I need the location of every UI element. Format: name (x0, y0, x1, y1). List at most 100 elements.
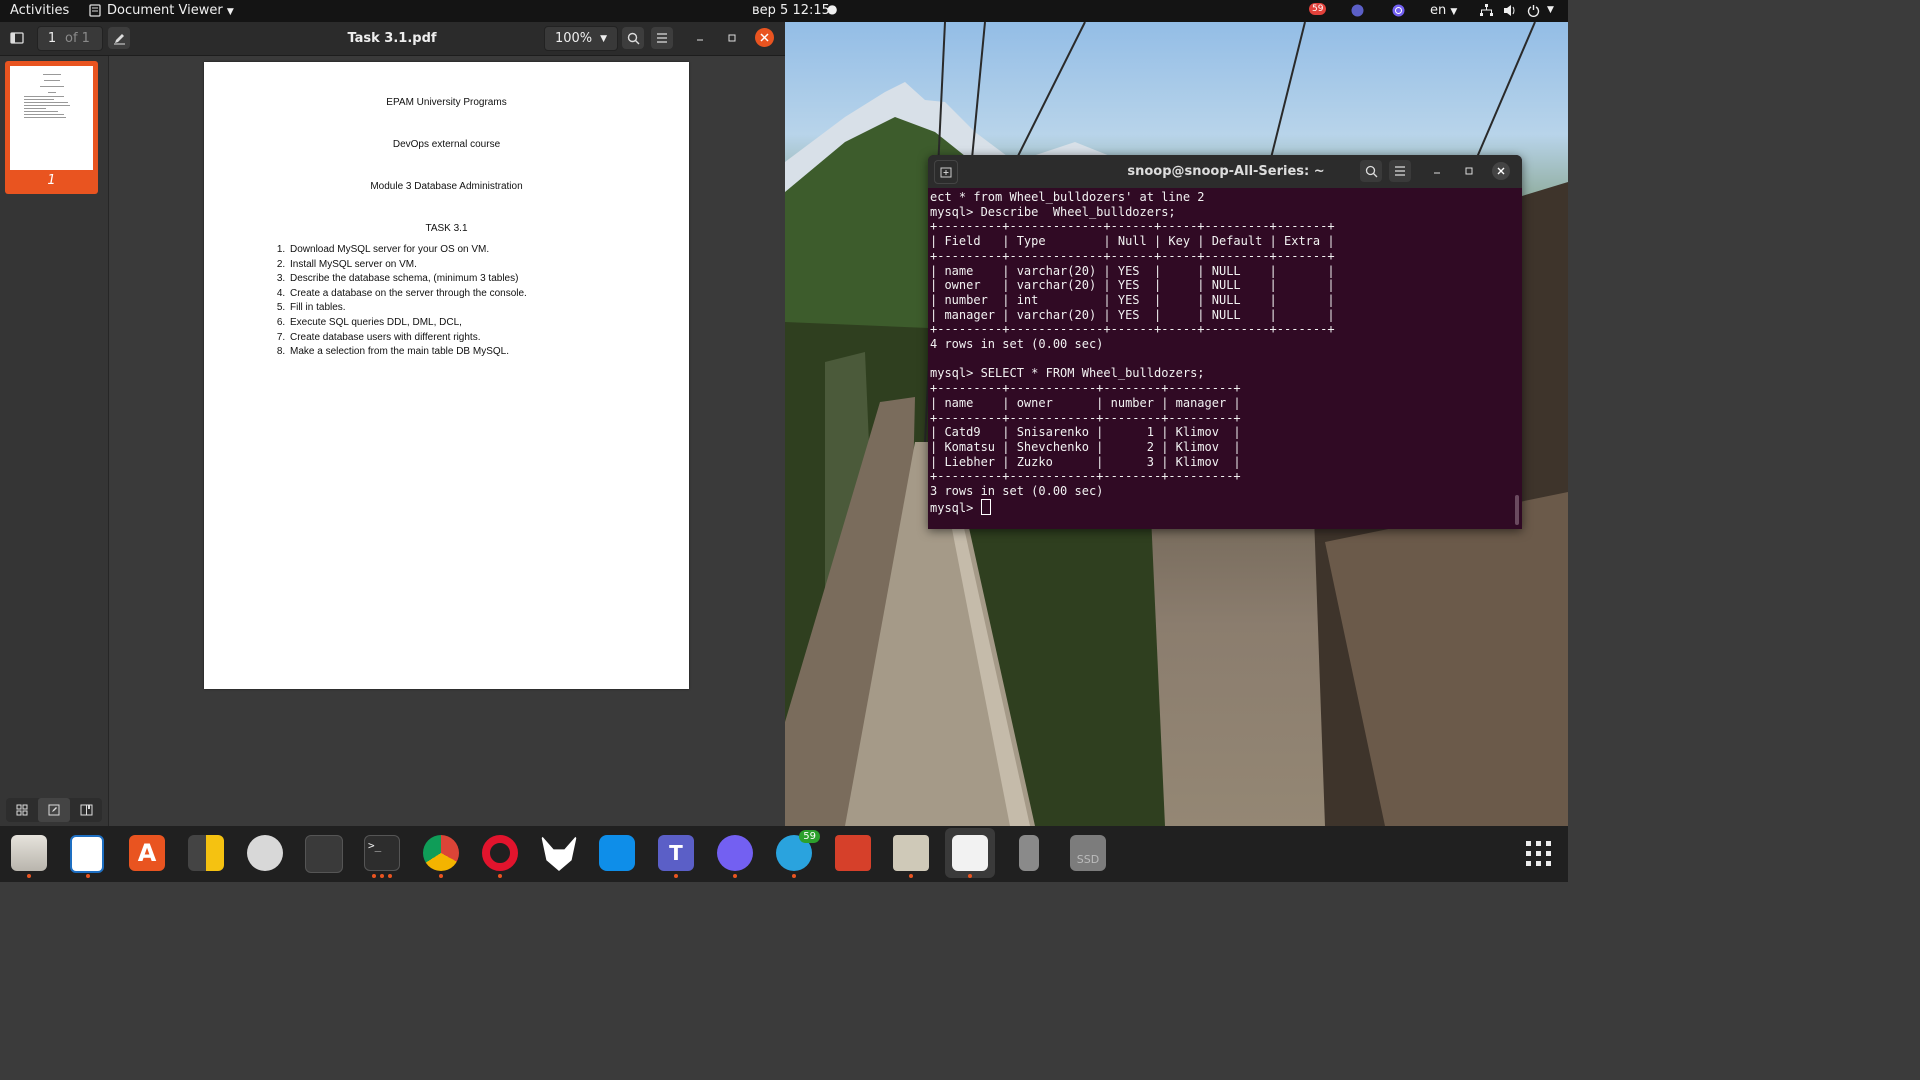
terminal-prompt: mysql> (930, 500, 981, 515)
dock-disks[interactable] (245, 833, 285, 873)
dock-telegram[interactable]: 59 (774, 830, 820, 878)
terminal-window: snoop@snoop-All-Series: ~ ect * from Whe… (928, 155, 1522, 529)
dock-files[interactable] (9, 833, 49, 878)
top-bar: Activities Document Viewer ▼ вер 5 12:15… (0, 0, 1568, 22)
dock-usb-drive[interactable] (1009, 833, 1049, 873)
doc-line-course: DevOps external course (392, 139, 501, 150)
list-item: Describe the database schema, (minimum 3… (288, 272, 527, 287)
clock[interactable]: вер 5 12:15 (752, 3, 830, 18)
header-bar: 1 of 1 Task 3.1.pdf 100% ▼ (0, 22, 785, 56)
language-label: en (1430, 3, 1447, 18)
document-canvas[interactable]: EPAM University Programs DevOps external… (109, 56, 785, 826)
terminal-maximize-button[interactable] (1458, 160, 1480, 182)
terminal-title: snoop@snoop-All-Series: ~ (1127, 164, 1325, 179)
thumbnail-preview (10, 66, 93, 170)
maximize-button[interactable] (721, 27, 743, 49)
search-button[interactable] (622, 27, 644, 49)
terminal-cursor (980, 498, 991, 515)
maximize-icon (1465, 167, 1473, 175)
page-current-value[interactable]: 1 (39, 31, 65, 46)
close-icon (760, 33, 769, 42)
dock-teams[interactable]: T (656, 833, 696, 878)
dock-calculator[interactable] (186, 833, 226, 873)
dock-archive-manager[interactable] (891, 833, 931, 878)
list-item: Fill in tables. (288, 301, 527, 316)
page-thumbnail[interactable]: 1 (5, 61, 98, 194)
dock-writer[interactable] (68, 833, 108, 878)
teams-tray-icon[interactable] (1351, 4, 1364, 17)
terminal-icon: >_ (364, 835, 400, 871)
book-icon (80, 804, 92, 816)
terminal-search-button[interactable] (1360, 160, 1382, 182)
folder-icon (11, 835, 47, 871)
dock-software[interactable]: A (127, 833, 167, 873)
annotations-mode-button[interactable] (38, 798, 70, 822)
terminal-output[interactable]: ect * from Wheel_bulldozers' at line 2 m… (930, 190, 1518, 527)
terminal-prompt-line[interactable]: mysql> (930, 498, 1518, 516)
dock-document-viewer[interactable] (945, 828, 995, 878)
list-item: Install MySQL server on VM. (288, 258, 527, 273)
ssd-label: SSD (1076, 853, 1100, 866)
sidebar-icon (10, 32, 24, 44)
thumbnail-page-label: 1 (47, 173, 56, 188)
viber-tray-icon[interactable] (1392, 4, 1405, 17)
dock-terminal[interactable]: >_ (362, 833, 402, 878)
thumbnail-sidebar: 1 (0, 56, 109, 826)
notification-dot-icon: ● (827, 2, 838, 16)
document-viewer-app-icon (89, 4, 101, 21)
thumbnails-mode-button[interactable] (6, 798, 38, 822)
telegram-unread-badge: 59 (799, 830, 820, 843)
grid-icon (16, 804, 28, 816)
dock-foxit[interactable] (539, 833, 579, 873)
terminal-minimize-button[interactable] (1426, 160, 1448, 182)
zoom-value: 100% (554, 31, 593, 46)
terminal-close-button[interactable] (1492, 162, 1510, 180)
fox-icon (541, 835, 577, 871)
app-menu[interactable]: Document Viewer ▼ (107, 3, 234, 18)
network-icon[interactable] (1480, 4, 1493, 17)
chrome-icon (423, 835, 459, 871)
annotate-button[interactable] (108, 27, 130, 49)
document-viewer-window: 1 of 1 Task 3.1.pdf 100% ▼ 1 EPAM Univer… (0, 22, 785, 826)
close-button[interactable] (755, 28, 774, 47)
dock-teamviewer[interactable] (597, 833, 637, 873)
dock-chrome[interactable] (421, 833, 461, 878)
dock-doublecmd[interactable] (833, 833, 873, 873)
page-total-label: of 1 (65, 31, 90, 46)
doc-heading: TASK 3.1 (425, 223, 468, 234)
minimize-button[interactable] (689, 27, 711, 49)
dock-viber[interactable] (715, 833, 755, 878)
list-item: Execute SQL queries DDL, DML, DCL, (288, 316, 527, 331)
dock-system-monitor[interactable] (303, 833, 343, 873)
volume-icon[interactable] (1503, 4, 1516, 17)
bookmarks-mode-button[interactable] (70, 798, 102, 822)
tray-notification-badge[interactable]: 59 (1309, 3, 1327, 15)
teams-icon: T (658, 835, 694, 871)
dock-opera[interactable] (480, 833, 520, 878)
archive-icon (893, 835, 929, 871)
window-title: Task 3.1.pdf (347, 31, 437, 46)
terminal-scrollbar[interactable] (1515, 495, 1519, 525)
dock-ssd-drive[interactable]: SSD (1068, 833, 1108, 873)
pencil-icon (113, 33, 125, 44)
chevron-down-icon: ▼ (226, 7, 234, 17)
edit-icon (48, 804, 60, 816)
terminal-menu-button[interactable] (1389, 160, 1411, 182)
app-menu-label: Document Viewer (107, 3, 223, 18)
show-applications-button[interactable] (1518, 833, 1558, 873)
sidebar-toggle-button[interactable] (6, 27, 28, 49)
doc-line-university: EPAM University Programs (386, 97, 507, 108)
chevron-down-icon[interactable]: ▼ (1547, 5, 1554, 15)
main-menu-button[interactable] (651, 27, 673, 49)
power-icon[interactable] (1527, 4, 1540, 17)
new-tab-button[interactable] (934, 160, 958, 184)
viber-icon (717, 835, 753, 871)
dock: A >_ T 59 SSD (0, 826, 1568, 882)
activities-button[interactable]: Activities (10, 3, 69, 18)
language-indicator[interactable]: en ▼ (1430, 3, 1457, 18)
page-number-field[interactable]: 1 of 1 (37, 26, 103, 51)
document-viewer-icon (952, 835, 988, 871)
zoom-selector[interactable]: 100% ▼ (544, 26, 618, 51)
hamburger-icon (1395, 166, 1405, 176)
calculator-icon (188, 835, 224, 871)
